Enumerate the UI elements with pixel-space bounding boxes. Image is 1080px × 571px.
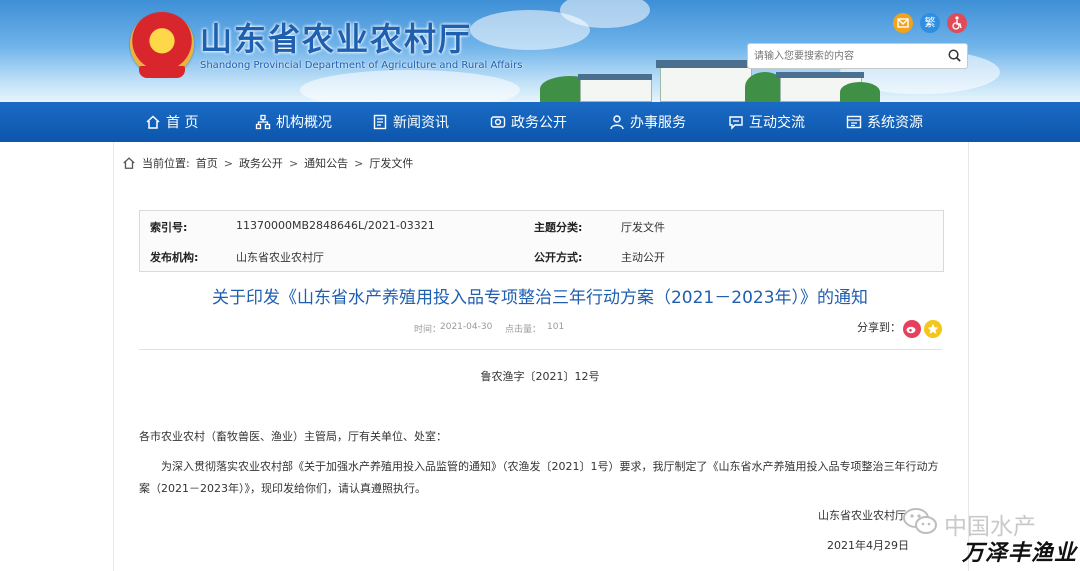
nav-item-organization[interactable]: 机构概况 bbox=[255, 102, 332, 142]
search-box bbox=[747, 43, 968, 69]
home-icon bbox=[146, 115, 160, 129]
topic-label: 主题分类: bbox=[534, 221, 583, 234]
national-emblem-base bbox=[139, 66, 185, 78]
wheelchair-icon[interactable] bbox=[947, 13, 967, 33]
divider bbox=[139, 349, 942, 350]
news-icon bbox=[373, 114, 387, 130]
document-number: 鲁农渔字〔2021〕12号 bbox=[480, 370, 600, 383]
nav-item-news[interactable]: 新闻资讯 bbox=[372, 102, 449, 142]
nav-item-interaction[interactable]: 互动交流 bbox=[728, 102, 805, 142]
service-icon bbox=[610, 115, 624, 130]
system-icon bbox=[846, 115, 862, 129]
site-name[interactable]: 山东省农业农村厅 bbox=[200, 14, 472, 60]
cloud-decoration bbox=[300, 70, 520, 102]
nav-item-label: 办事服务 bbox=[630, 115, 686, 131]
nav-item-system[interactable]: 系统资源 bbox=[846, 102, 923, 142]
weibo-share-icon[interactable] bbox=[903, 320, 921, 338]
publish-time: 2021-04-30 bbox=[440, 322, 493, 332]
nav-item-disclosure[interactable]: 政务公开 bbox=[490, 102, 567, 142]
nav-item-home[interactable]: 首 页 bbox=[145, 102, 198, 142]
qzone-share-icon[interactable] bbox=[924, 320, 942, 338]
site-header: 山东省农业农村厅 Shandong Provincial Department … bbox=[0, 0, 1080, 102]
click-count-label: 点击量： bbox=[505, 325, 542, 335]
breadcrumb-link-disclosure[interactable]: 政务公开 bbox=[239, 155, 283, 171]
nav-item-service[interactable]: 办事服务 bbox=[609, 102, 686, 142]
topic-value: 厅发文件 bbox=[621, 221, 665, 234]
breadcrumb-link-documents[interactable]: 厅发文件 bbox=[369, 155, 413, 171]
wechat-icon bbox=[903, 508, 937, 534]
click-count: 101 bbox=[547, 322, 565, 332]
publish-time-label: 时间： bbox=[414, 325, 442, 335]
breadcrumb-prefix: 当前位置: bbox=[142, 157, 190, 170]
nav-item-label: 机构概况 bbox=[276, 115, 332, 131]
index-label: 索引号: bbox=[150, 221, 188, 234]
breadcrumb: 当前位置: 首页 > 政务公开 > 通知公告 > 厅发文件 bbox=[122, 154, 413, 172]
nav-item-label: 新闻资讯 bbox=[393, 115, 449, 131]
main-nav: 首 页 机构概况 新闻资讯 政务公开 办事服务 互动交流 系统资源 bbox=[0, 102, 1080, 142]
accessibility-text-icon[interactable]: 繁 bbox=[920, 13, 940, 33]
index-value: 11370000MB2848646L/2021-03321 bbox=[236, 219, 435, 232]
breadcrumb-separator: > bbox=[288, 156, 299, 170]
breadcrumb-link-home[interactable]: 首页 bbox=[196, 155, 218, 171]
signature-date: 2021年4月29日 bbox=[827, 539, 909, 552]
watermark-brand: 万泽丰渔业 bbox=[962, 541, 1078, 566]
nav-item-label: 系统资源 bbox=[867, 115, 923, 131]
search-input[interactable] bbox=[752, 46, 941, 66]
breadcrumb-separator: > bbox=[354, 156, 364, 170]
nav-item-label: 政务公开 bbox=[511, 115, 567, 131]
article-title: 关于印发《山东省水产养殖用投入品专项整治三年行动方案（2021－2023年）》的… bbox=[211, 288, 869, 308]
publisher-label: 发布机构: bbox=[150, 251, 199, 264]
search-icon[interactable] bbox=[947, 48, 962, 63]
org-chart-icon bbox=[255, 114, 271, 130]
breadcrumb-link-notices[interactable]: 通知公告 bbox=[304, 155, 348, 171]
nav-item-label: 互动交流 bbox=[749, 115, 805, 131]
open-label: 公开方式: bbox=[534, 251, 583, 264]
home-icon bbox=[123, 157, 135, 169]
article-body: 为深入贯彻落实农业农村部《关于加强水产养殖用投入品监管的通知》（农渔发〔2021… bbox=[139, 460, 939, 495]
nav-item-label: 首 页 bbox=[166, 115, 199, 131]
share-label: 分享到： bbox=[857, 321, 901, 334]
publisher-value: 山东省农业农村厅 bbox=[236, 251, 324, 264]
site-name-en: Shandong Provincial Department of Agricu… bbox=[200, 60, 523, 71]
disclosure-icon bbox=[490, 116, 506, 128]
breadcrumb-separator: > bbox=[223, 156, 233, 170]
addressee: 各市农业农村（畜牧兽医、渔业）主管局，厅有关单位、处室： bbox=[139, 430, 447, 443]
chat-icon bbox=[729, 116, 743, 130]
mail-icon[interactable] bbox=[893, 13, 913, 33]
header-tools: 繁 bbox=[893, 13, 967, 33]
document-meta-table: 索引号: 11370000MB2848646L/2021-03321 主题分类:… bbox=[139, 210, 944, 272]
open-value: 主动公开 bbox=[621, 251, 665, 264]
